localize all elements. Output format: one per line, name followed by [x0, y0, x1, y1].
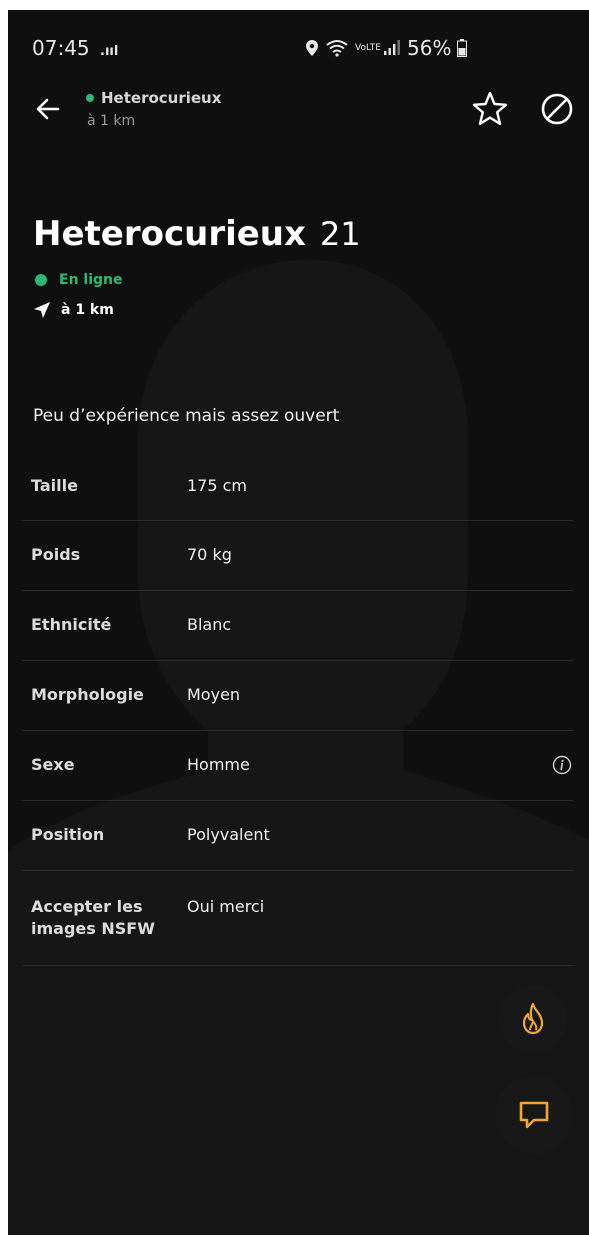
detail-value: 175 cm [187, 476, 248, 495]
detail-value: Oui merci [187, 897, 265, 916]
tap-button[interactable] [499, 985, 567, 1053]
detail-value: Blanc [187, 615, 232, 634]
detail-row-nsfw: Accepter les images NSFW Oui merci [22, 871, 573, 966]
header-distance: à 1 km [87, 113, 136, 129]
detail-value: Polyvalent [187, 825, 270, 844]
detail-label: Poids [31, 545, 81, 564]
detail-row-weight: Poids 70 kg [22, 521, 573, 591]
status-bar-indicators: VoLTE 56% [305, 36, 468, 60]
online-label: En ligne [59, 272, 123, 288]
status-time: 07:45 [32, 36, 90, 60]
signal-icon [384, 40, 400, 55]
distance-row: à 1 km [33, 301, 114, 319]
header-name: Heterocurieux [101, 89, 222, 107]
detail-row-position: Position Polyvalent [22, 801, 573, 871]
wifi-icon [326, 40, 348, 57]
profile-details: Taille 175 cm Poids 70 kg Ethnicité Blan… [22, 452, 573, 966]
location-arrow-icon [34, 302, 50, 318]
battery-percent: 56% [407, 36, 452, 60]
detail-label: Sexe [31, 755, 75, 774]
volte-label: VoLTE [355, 42, 381, 53]
profile-bio: Peu d’expérience mais assez ouvert [33, 406, 340, 426]
flame-icon [522, 1002, 544, 1035]
detail-row-gender: Sexe Homme [22, 731, 573, 801]
detail-label: Ethnicité [31, 615, 112, 634]
profile-name-row: Heterocurieux 21 [33, 214, 361, 254]
detail-label: Taille [31, 476, 78, 495]
block-icon[interactable] [540, 92, 574, 126]
detail-label: Accepter les images NSFW [31, 897, 155, 938]
detail-value: Moyen [187, 685, 241, 704]
battery-icon [457, 39, 468, 57]
favorite-star-icon[interactable] [471, 90, 509, 128]
info-icon[interactable] [552, 755, 572, 775]
online-dot [35, 274, 47, 286]
status-bar-time: 07:45 .ııl [32, 36, 118, 60]
chat-icon [519, 1101, 549, 1129]
detail-label: Position [31, 825, 105, 844]
detail-row-body-type: Morphologie Moyen [22, 661, 573, 731]
detail-value: 70 kg [187, 545, 232, 564]
profile-name: Heterocurieux [33, 214, 306, 254]
detail-row-ethnicity: Ethnicité Blanc [22, 591, 573, 661]
chat-button[interactable] [495, 1076, 573, 1154]
detail-value: Homme [187, 755, 250, 774]
detail-label: Morphologie [31, 685, 144, 704]
online-status: En ligne [35, 272, 123, 288]
equalizer-icon: .ııl [100, 44, 119, 59]
profile-screen: 07:45 .ııl VoLTE 56% Heterocurieux à 1 k… [8, 10, 589, 1235]
distance-label: à 1 km [61, 302, 114, 318]
detail-row-height: Taille 175 cm [22, 452, 573, 521]
header-username: Heterocurieux [86, 89, 221, 107]
location-icon [306, 40, 318, 56]
back-arrow-icon[interactable] [34, 95, 62, 123]
profile-age: 21 [319, 215, 361, 253]
online-dot [86, 94, 94, 102]
